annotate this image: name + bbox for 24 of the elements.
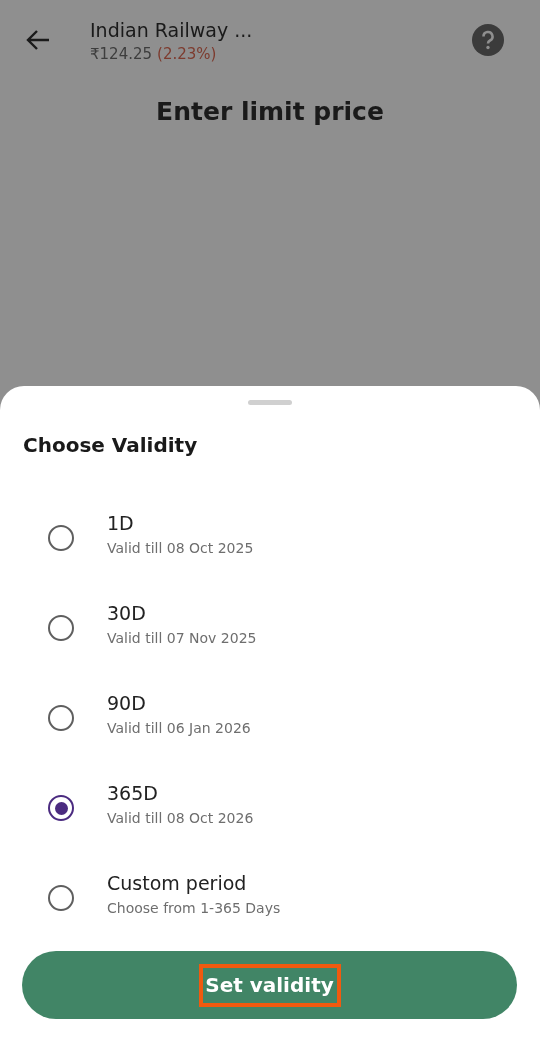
set-validity-button[interactable]: Set validity xyxy=(22,951,517,1019)
drag-handle[interactable] xyxy=(248,400,292,405)
radio-button[interactable] xyxy=(48,795,74,821)
option-label: 1D xyxy=(107,512,135,534)
option-sublabel: Valid till 06 Jan 2026 xyxy=(107,720,251,736)
option-label: 90D xyxy=(107,692,147,714)
stock-price: ₹124.25 xyxy=(90,45,153,63)
option-sublabel: Valid till 08 Oct 2025 xyxy=(107,540,254,556)
price-change: (2.23%) xyxy=(157,45,217,63)
page-title: Enter limit price xyxy=(155,97,385,126)
option-label: 365D xyxy=(107,782,159,804)
radio-button[interactable] xyxy=(48,885,74,911)
sheet-title: Choose Validity xyxy=(23,433,199,457)
radio-button[interactable] xyxy=(48,615,74,641)
option-label: 30D xyxy=(107,602,147,624)
radio-button[interactable] xyxy=(48,525,74,551)
option-label: Custom period xyxy=(107,872,248,894)
radio-button[interactable] xyxy=(48,705,74,731)
option-sublabel: Choose from 1-365 Days xyxy=(107,900,281,916)
stock-name: Indian Railway ... xyxy=(90,18,254,42)
option-sublabel: Valid till 08 Oct 2026 xyxy=(107,810,254,826)
option-sublabel: Valid till 07 Nov 2025 xyxy=(107,630,257,646)
back-arrow-icon[interactable] xyxy=(25,29,51,51)
help-icon[interactable] xyxy=(472,24,504,56)
